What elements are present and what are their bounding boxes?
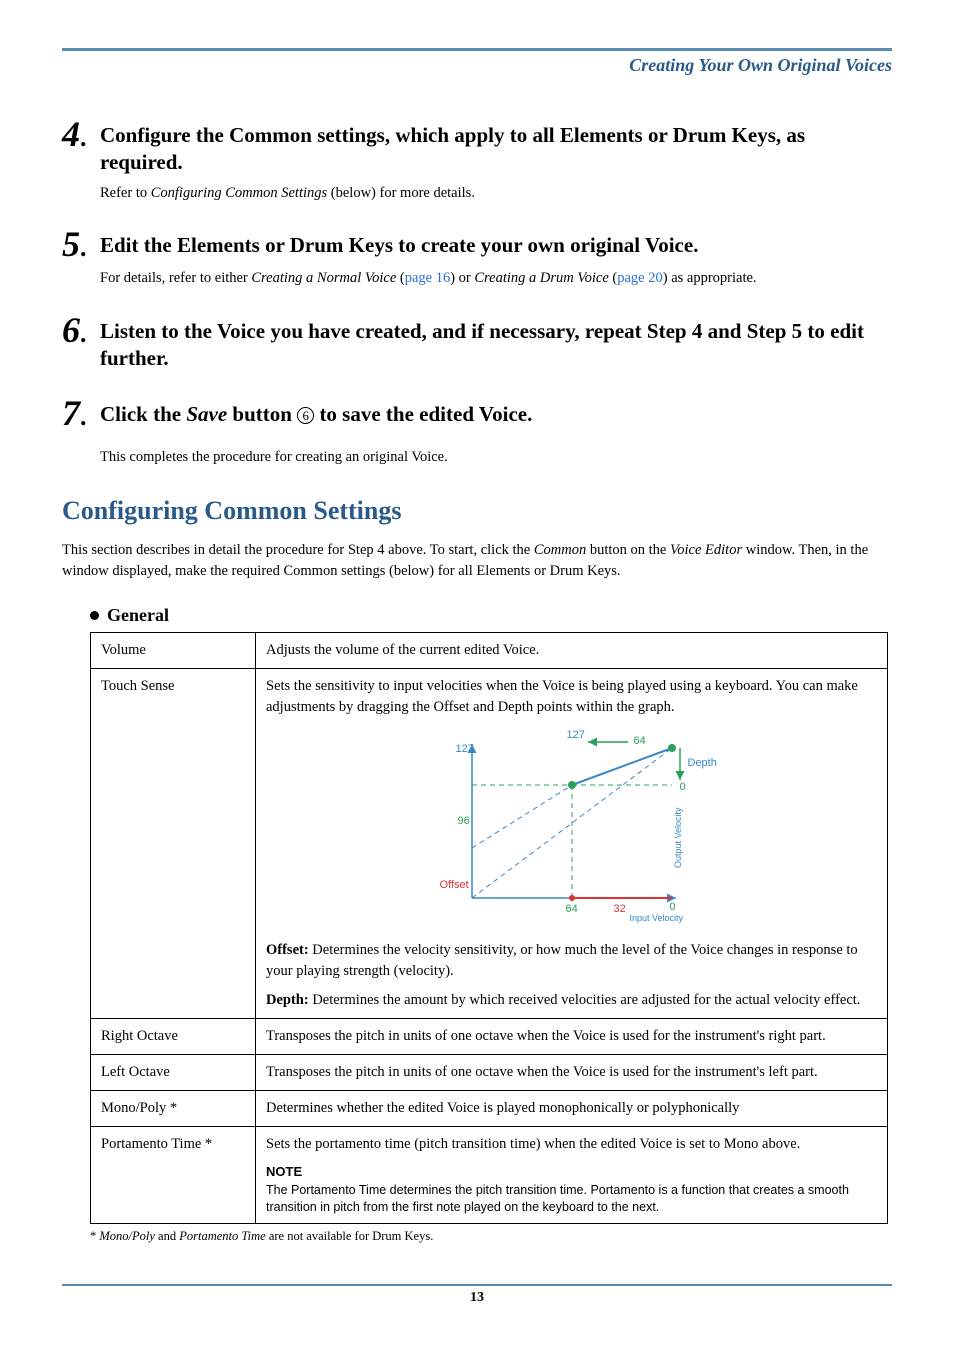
step-number: 5. — [62, 226, 100, 262]
general-table: Volume Adjusts the volume of the current… — [90, 632, 888, 1224]
step-body: Refer to Configuring Common Settings (be… — [100, 183, 892, 205]
note-body: The Portamento Time determines the pitch… — [266, 1182, 877, 1216]
footer-rule — [62, 1284, 892, 1286]
table-row: Portamento Time * Sets the portamento ti… — [91, 1127, 888, 1224]
circled-number-icon: 6 — [297, 407, 314, 424]
chart-offset-label: Offset — [440, 878, 469, 894]
param-label: Left Octave — [91, 1055, 256, 1091]
step-number: 6. — [62, 312, 100, 348]
chart-offset-y: 96 — [458, 814, 470, 830]
table-row: Volume Adjusts the volume of the current… — [91, 633, 888, 669]
depth-para: Depth: Determines the amount by which re… — [266, 990, 877, 1011]
chart-top-127: 127 — [567, 728, 585, 744]
table-row: Touch Sense Sets the sensitivity to inpu… — [91, 669, 888, 1019]
chart-depth-value: 64 — [634, 734, 646, 750]
param-label: Mono/Poly * — [91, 1091, 256, 1127]
chart-y-zero-right: 0 — [680, 780, 686, 796]
param-label: Portamento Time * — [91, 1127, 256, 1224]
page: Creating Your Own Original Voices 4. Con… — [0, 0, 954, 1330]
note-title: NOTE — [266, 1163, 877, 1182]
step-5: 5. Edit the Elements or Drum Keys to cre… — [62, 226, 892, 290]
section-body: This section describes in detail the pro… — [62, 540, 892, 584]
param-desc: Adjusts the volume of the current edited… — [256, 633, 888, 669]
param-desc: Sets the sensitivity to input velocities… — [256, 669, 888, 1019]
param-desc: Transposes the pitch in units of one oct… — [256, 1019, 888, 1055]
table-row: Right Octave Transposes the pitch in uni… — [91, 1019, 888, 1055]
step-title: Configure the Common settings, which app… — [100, 116, 892, 177]
chart-mid-x: 32 — [614, 902, 626, 918]
param-label: Touch Sense — [91, 669, 256, 1019]
step-title: Click the Save button 6 to save the edit… — [100, 395, 532, 428]
step-title: Listen to the Voice you have created, an… — [100, 312, 892, 373]
step-title: Edit the Elements or Drum Keys to create… — [100, 226, 698, 259]
param-label: Right Octave — [91, 1019, 256, 1055]
touch-sense-chart: 127 127 64 Depth 96 Offset 64 32 0 0 Inp… — [266, 728, 877, 928]
chart-y-max: 127 — [456, 742, 474, 758]
step-6: 6. Listen to the Voice you have created,… — [62, 312, 892, 373]
chart-y-label: Output Velocity — [672, 808, 685, 869]
page-link[interactable]: page 16 — [405, 270, 451, 286]
section-heading: Configuring Common Settings — [62, 496, 892, 526]
chart-x-label: Input Velocity — [630, 912, 684, 925]
page-number: 13 — [62, 1290, 892, 1306]
param-label: Volume — [91, 633, 256, 669]
breadcrumb: Creating Your Own Original Voices — [62, 55, 892, 76]
page-link[interactable]: page 20 — [617, 270, 663, 286]
step-number: 4. — [62, 116, 100, 152]
step-7: 7. Click the Save button 6 to save the e… — [62, 395, 892, 431]
header-rule — [62, 48, 892, 51]
step-number: 7. — [62, 395, 100, 431]
step-4: 4. Configure the Common settings, which … — [62, 116, 892, 204]
chart-offset-x: 64 — [566, 902, 578, 918]
table-row: Mono/Poly * Determines whether the edite… — [91, 1091, 888, 1127]
table-row: Left Octave Transposes the pitch in unit… — [91, 1055, 888, 1091]
step-body: For details, refer to either Creating a … — [100, 268, 892, 290]
table-footnote: * Mono/Poly and Portamento Time are not … — [90, 1229, 892, 1244]
param-desc: Determines whether the edited Voice is p… — [256, 1091, 888, 1127]
chart-depth-label: Depth — [688, 756, 717, 772]
offset-para: Offset: Determines the velocity sensitiv… — [266, 940, 877, 982]
subheading-general: General — [90, 605, 892, 626]
param-desc: Sets the portamento time (pitch transiti… — [256, 1127, 888, 1224]
bullet-icon — [90, 611, 99, 620]
closing-line: This completes the procedure for creatin… — [100, 449, 892, 466]
param-desc: Transposes the pitch in units of one oct… — [256, 1055, 888, 1091]
